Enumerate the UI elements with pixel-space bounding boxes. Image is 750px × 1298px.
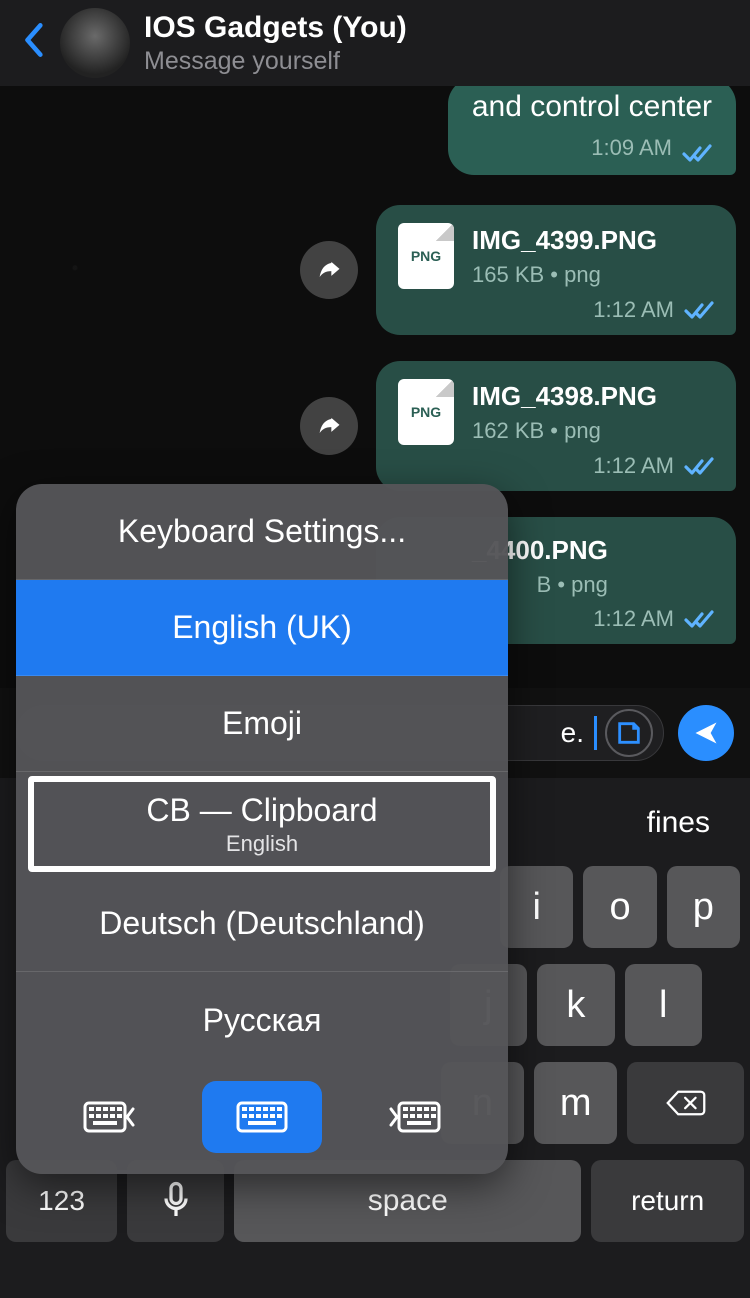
message-time: 1:09 AM — [591, 134, 672, 162]
message-text: and control center — [472, 90, 712, 123]
file-meta: 162 KB • png — [472, 418, 657, 444]
file-name: IMG_4399.PNG — [472, 225, 657, 256]
input-text: e. — [561, 717, 590, 749]
forward-button[interactable] — [300, 397, 358, 455]
keyboard-option-deutsch[interactable]: Deutsch (Deutschland) — [16, 876, 508, 972]
chat-title[interactable]: IOS Gadgets (You) — [144, 11, 407, 45]
file-type-icon: PNG — [398, 223, 454, 289]
key-k[interactable]: k — [537, 964, 614, 1046]
read-ticks-icon — [684, 455, 714, 477]
read-ticks-icon — [684, 608, 714, 630]
key-i[interactable]: i — [500, 866, 573, 948]
message-bubble-file[interactable]: PNG IMG_4398.PNG 162 KB • png 1:12 AM — [376, 361, 736, 491]
file-type-icon: PNG — [398, 379, 454, 445]
message-bubble-file[interactable]: PNG IMG_4399.PNG 165 KB • png 1:12 AM — [376, 205, 736, 335]
key-o[interactable]: o — [583, 866, 656, 948]
key-return[interactable]: return — [591, 1160, 744, 1242]
suggestion[interactable]: fines — [607, 806, 750, 840]
forward-button[interactable] — [300, 241, 358, 299]
read-ticks-icon — [684, 299, 714, 321]
key-p[interactable]: p — [667, 866, 740, 948]
back-button[interactable] — [12, 18, 54, 68]
telegram-saved-messages-screen: IOS Gadgets (You) Message yourself and c… — [0, 0, 750, 1298]
chat-header: IOS Gadgets (You) Message yourself — [0, 0, 750, 86]
keyboard-option-emoji[interactable]: Emoji — [16, 676, 508, 772]
keyboard-option-english-uk[interactable]: English (UK) — [16, 580, 508, 676]
popover-tail — [96, 1170, 142, 1174]
text-caret — [594, 716, 597, 750]
keyboard-settings-item[interactable]: Keyboard Settings... — [16, 484, 508, 580]
key-backspace[interactable] — [627, 1062, 744, 1144]
chat-subtitle: Message yourself — [144, 47, 407, 76]
key-l[interactable]: l — [625, 964, 702, 1046]
keyboard-switcher-popover: Keyboard Settings... English (UK) Emoji … — [16, 484, 508, 1174]
sticker-button[interactable] — [605, 709, 653, 757]
send-button[interactable] — [678, 705, 734, 761]
message-time: 1:12 AM — [593, 606, 674, 632]
keyboard-mode-right-onehand[interactable] — [353, 1081, 473, 1153]
keyboard-mode-left-onehand[interactable] — [51, 1081, 171, 1153]
keyboard-option-russian[interactable]: Русская — [16, 972, 508, 1068]
keyboard-mode-full[interactable] — [202, 1081, 322, 1153]
chat-avatar[interactable] — [60, 8, 130, 78]
keyboard-mode-row — [16, 1068, 508, 1174]
message-bubble-text[interactable]: and control center 1:09 AM — [448, 78, 736, 175]
file-meta: 165 KB • png — [472, 262, 657, 288]
file-name: IMG_4398.PNG — [472, 381, 657, 412]
keyboard-option-clipboard[interactable]: CB — Clipboard English — [28, 776, 496, 872]
read-ticks-icon — [682, 136, 712, 158]
message-time: 1:12 AM — [593, 453, 674, 479]
message-time: 1:12 AM — [593, 297, 674, 323]
key-m[interactable]: m — [534, 1062, 617, 1144]
